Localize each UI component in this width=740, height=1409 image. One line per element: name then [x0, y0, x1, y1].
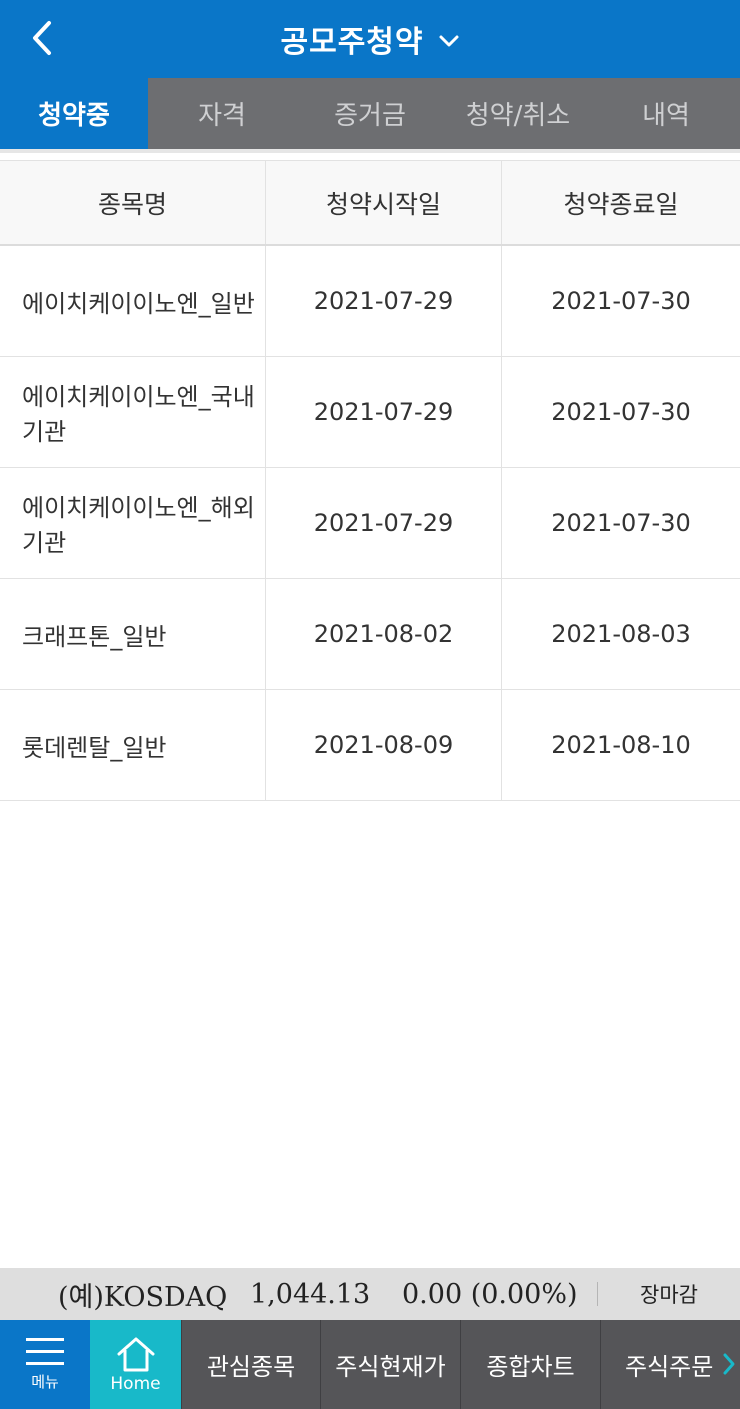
- home-label: Home: [110, 1373, 161, 1394]
- tab-eligibility[interactable]: 자격: [148, 78, 296, 149]
- end-date: 2021-08-10: [551, 731, 691, 759]
- start-date: 2021-07-29: [266, 246, 502, 356]
- menu-button[interactable]: 메뉴: [0, 1320, 90, 1409]
- end-date: 2021-08-03: [551, 620, 691, 648]
- end-date: 2021-07-30: [551, 509, 691, 537]
- home-icon: [117, 1337, 154, 1371]
- divider: [597, 1282, 598, 1306]
- table-row[interactable]: 에이치케이이노엔_국내기관 2021-07-29 2021-07-30: [0, 357, 740, 468]
- stock-name: 에이치케이이노엔_해외기관: [0, 468, 266, 578]
- table-row[interactable]: 롯데렌탈_일반 2021-08-09 2021-08-10: [0, 690, 740, 801]
- bottom-nav: 메뉴 Home 관심종목 주식현재가 종합차트 주식주문: [0, 1320, 740, 1409]
- nav-order-label: 주식주문: [625, 1353, 714, 1381]
- column-header-name: 종목명: [0, 161, 266, 244]
- column-header-start: 청약시작일: [266, 161, 502, 244]
- nav-order[interactable]: 주식주문: [600, 1320, 740, 1409]
- hamburger-icon: [26, 1338, 64, 1365]
- end-date: 2021-07-30: [551, 287, 691, 315]
- stock-name: 롯데렌탈_일반: [0, 690, 266, 800]
- table-row[interactable]: 에이치케이이노엔_일반 2021-07-29 2021-07-30: [0, 246, 740, 357]
- tab-history[interactable]: 내역: [592, 78, 740, 149]
- table-header: 종목명 청약시작일 청약종료일: [0, 161, 740, 246]
- market-status: 장마감: [640, 1283, 698, 1307]
- table-row[interactable]: 크래프톤_일반 2021-08-02 2021-08-03: [0, 579, 740, 690]
- app-header: 공모주청약: [0, 0, 740, 78]
- start-date: 2021-08-02: [266, 579, 502, 689]
- start-date: 2021-07-29: [266, 357, 502, 467]
- tab-subscribing[interactable]: 청약중: [0, 78, 148, 149]
- divider: [0, 149, 740, 153]
- nav-chart[interactable]: 종합차트: [460, 1320, 600, 1409]
- ipo-table: 종목명 청약시작일 청약종료일 에이치케이이노엔_일반 2021-07-29 2…: [0, 160, 740, 801]
- stock-name: 에이치케이이노엔_일반: [0, 246, 266, 356]
- index-name: (예)KOSDAQ: [58, 1281, 228, 1313]
- index-change: 0.00 (0.00%): [402, 1278, 578, 1310]
- start-date: 2021-07-29: [266, 468, 502, 578]
- tab-deposit[interactable]: 증거금: [296, 78, 444, 149]
- nav-current-price[interactable]: 주식현재가: [320, 1320, 460, 1409]
- menu-label: 메뉴: [31, 1373, 59, 1391]
- stock-name: 에이치케이이노엔_국내기관: [0, 357, 266, 467]
- title-dropdown[interactable]: 공모주청약: [0, 0, 740, 78]
- start-date: 2021-08-09: [266, 690, 502, 800]
- end-date: 2021-07-30: [551, 398, 691, 426]
- chevron-right-icon: [723, 1353, 735, 1375]
- table-row[interactable]: 에이치케이이노엔_해외기관 2021-07-29 2021-07-30: [0, 468, 740, 579]
- home-button[interactable]: Home: [90, 1320, 181, 1409]
- tab-bar: 청약중 자격 증거금 청약/취소 내역: [0, 78, 740, 149]
- page-title: 공모주청약: [280, 25, 424, 60]
- column-header-end: 청약종료일: [563, 189, 679, 219]
- index-ticker[interactable]: (예)KOSDAQ 1,044.13 0.00 (0.00%) 장마감: [0, 1268, 740, 1320]
- nav-watchlist[interactable]: 관심종목: [181, 1320, 320, 1409]
- tab-subscribe-cancel[interactable]: 청약/취소: [444, 78, 592, 149]
- stock-name: 크래프톤_일반: [0, 579, 266, 689]
- index-value: 1,044.13: [250, 1278, 371, 1310]
- chevron-down-icon: [439, 35, 458, 47]
